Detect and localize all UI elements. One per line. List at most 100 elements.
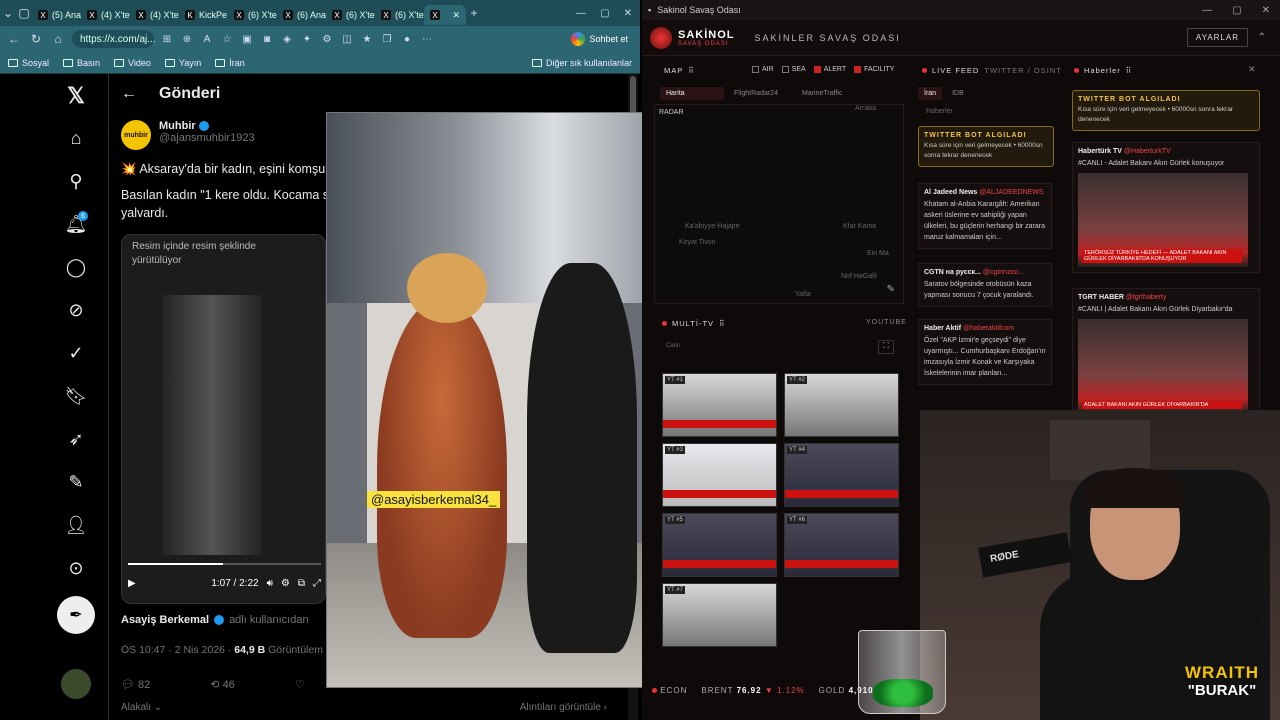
like-button[interactable]: ♡ xyxy=(295,678,305,691)
maximize-icon[interactable]: ▢ xyxy=(1232,5,1241,16)
communities-icon[interactable]: ✓ xyxy=(54,332,98,375)
author-handle[interactable]: @ajansmuhbir1923 xyxy=(159,132,255,144)
browser-tab[interactable]: X (6) Ana xyxy=(277,5,326,25)
browser-tab[interactable]: X (6) X'te xyxy=(228,5,277,25)
split-screen-icon[interactable]: ◫ xyxy=(340,32,354,46)
browser-tab[interactable]: X (4) X'te xyxy=(130,5,179,25)
browser-tab[interactable]: X (5) Ana xyxy=(32,5,81,25)
read-aloud-icon[interactable]: ⊞ xyxy=(160,32,174,46)
volume-icon[interactable]: 🔊︎ xyxy=(267,578,273,589)
extension-3-icon[interactable]: ◈ xyxy=(280,32,294,46)
tv-thumbnail[interactable]: YT #3 xyxy=(662,443,777,507)
refresh-icon[interactable]: ↻ xyxy=(28,31,44,47)
repost-button[interactable]: ⟲ 46 xyxy=(210,678,235,691)
reply-button[interactable]: 💬︎ 82 xyxy=(121,678,150,691)
fullscreen-icon[interactable]: ⛶ xyxy=(878,340,894,354)
url-field[interactable]: https://x.com/aj... xyxy=(72,30,156,48)
home-icon[interactable]: ⌂ xyxy=(54,117,98,160)
credit-name[interactable]: Asayiş Berkemal xyxy=(121,614,209,626)
scrollbar-thumb[interactable] xyxy=(630,76,636,116)
settings-gear-icon[interactable]: ⚙ xyxy=(281,578,290,589)
bookmarks-icon[interactable]: 🔖︎ xyxy=(54,375,98,418)
browser-tab[interactable]: X ✕ xyxy=(424,5,466,25)
bookmark-folder[interactable]: Basın xyxy=(63,58,100,68)
bookmark-folder[interactable]: Sosyal xyxy=(8,58,49,68)
workspaces-icon[interactable]: ▢ xyxy=(16,5,32,21)
back-icon[interactable]: ← xyxy=(6,31,22,47)
tab-close-icon[interactable]: ✕ xyxy=(452,10,460,21)
extension-2-icon[interactable]: ◙ xyxy=(260,32,274,46)
feed-card[interactable]: Haber Aktif @haberaktifcom Özel "AKP İzmi… xyxy=(918,319,1052,385)
bookmark-folder[interactable]: Video xyxy=(114,58,151,68)
post-button[interactable]: ✒ xyxy=(57,596,95,634)
view-quotes-link[interactable]: Alıntıları görüntüle › xyxy=(520,702,607,713)
feed-tab-haberler[interactable]: Haberler xyxy=(926,108,953,115)
browser-tab[interactable]: K KickPe xyxy=(179,5,228,25)
map-tab[interactable]: Harita xyxy=(660,87,724,100)
author-name[interactable]: Muhbir xyxy=(159,120,196,132)
search-icon[interactable]: ⚲ xyxy=(54,160,98,203)
map-tab[interactable]: FlightRadar24 xyxy=(728,87,792,100)
back-arrow-icon[interactable]: ← xyxy=(121,85,137,103)
related-dropdown[interactable]: Alakalı ⌄ xyxy=(121,702,162,713)
other-bookmarks[interactable]: Diğer sık kullanılanlar xyxy=(531,58,632,68)
tv-thumbnail[interactable]: YT #6 xyxy=(784,513,899,577)
new-tab-button[interactable]: + xyxy=(466,5,482,21)
collections-icon[interactable]: ❐ xyxy=(380,32,394,46)
grok-icon[interactable]: ⊘ xyxy=(54,289,98,332)
minimize-icon[interactable]: — xyxy=(1202,5,1212,16)
close-window-icon[interactable]: ✕ xyxy=(624,8,632,19)
feed-card[interactable]: Al Jadeed News @ALJADEEDNEWS Khatam al-An… xyxy=(918,183,1052,249)
maximize-icon[interactable]: ▢ xyxy=(600,8,609,19)
home-icon[interactable]: ⌂ xyxy=(50,31,66,47)
settings-button[interactable]: AYARLAR xyxy=(1186,28,1248,47)
more-circle-icon[interactable]: ⊙ xyxy=(54,547,98,590)
author-avatar[interactable]: muhbir xyxy=(121,120,151,150)
tv-thumbnail[interactable]: YT #7 xyxy=(662,583,777,647)
profile-icon[interactable]: 👤︎ xyxy=(54,504,98,547)
translate-icon[interactable]: A xyxy=(200,32,214,46)
rocket-icon[interactable]: ➶ xyxy=(54,418,98,461)
map-filter-checkbox[interactable]: FACILITY xyxy=(854,66,894,73)
tv-thumbnail[interactable]: YT #1 xyxy=(662,373,777,437)
map-tab[interactable]: MarineTraffic xyxy=(796,87,860,100)
zoom-icon[interactable]: ⊕ xyxy=(180,32,194,46)
messages-icon[interactable]: ◯ xyxy=(54,246,98,289)
close-panel-icon[interactable]: ✕ xyxy=(1248,64,1256,75)
profile-avatar[interactable]: ● xyxy=(400,32,414,46)
browser-tab[interactable]: X (6) X'te xyxy=(326,5,375,25)
favorites-icon[interactable]: ★ xyxy=(360,32,374,46)
multitv-tab[interactable]: Canlı xyxy=(666,343,680,349)
extension-5-icon[interactable]: ⚙ xyxy=(320,32,334,46)
expand-chevron-icon[interactable]: ⌃ xyxy=(1258,32,1266,43)
map-filter-checkbox[interactable]: ALERT xyxy=(813,66,846,73)
browser-tab[interactable]: X (6) X'te xyxy=(375,5,424,25)
articles-icon[interactable]: ✎ xyxy=(54,461,98,504)
tv-thumbnail[interactable]: YT #2 xyxy=(784,373,899,437)
feed-tab-iran[interactable]: İran xyxy=(918,87,943,100)
map-view[interactable]: RADAR Ka'abiyye-Hajajre Kiryat Tivon Kfa… xyxy=(654,104,904,304)
x-logo-icon[interactable]: 𝕏 xyxy=(54,74,98,117)
pip-icon[interactable]: ⧉ xyxy=(298,578,305,589)
tv-thumbnail[interactable]: YT #4 xyxy=(784,443,899,507)
feed-tab-idb[interactable]: IDB xyxy=(946,87,970,100)
extension-1-icon[interactable]: ▣ xyxy=(240,32,254,46)
news-thumbnail[interactable]: ADALET BAKANI AKIN GÜRLEK DİYARBAKIR'DA xyxy=(1078,319,1248,413)
minimize-icon[interactable]: — xyxy=(576,8,586,19)
user-avatar[interactable] xyxy=(54,662,98,705)
tab-menu-chevron-icon[interactable]: ⌄ xyxy=(0,5,16,21)
embedded-video[interactable]: Resim içinde resim şeklinde yürütülüyor … xyxy=(121,234,326,604)
close-window-icon[interactable]: ✕ xyxy=(1262,5,1270,16)
browser-tab[interactable]: X (4) X'te xyxy=(81,5,130,25)
news-card[interactable]: TGRT HABER @tgrthaberty #CANLI | Adalet B… xyxy=(1072,288,1260,419)
news-card[interactable]: Habertürk TV @HaberturkTV #CANLI - Adalet… xyxy=(1072,142,1260,273)
copilot-chat-button[interactable]: Sohbet et xyxy=(565,30,634,48)
notifications-bell-icon[interactable]: 🔔︎ 6 xyxy=(54,203,98,246)
post-timestamp[interactable]: ÖS 10:47 · 2 Nis 2026 · xyxy=(121,644,234,656)
extension-4-icon[interactable]: ✦ xyxy=(300,32,314,46)
pip-video-window[interactable]: @asayisberkemal34_ xyxy=(326,112,650,688)
more-icon[interactable]: ⋯ xyxy=(420,32,434,46)
map-filter-checkbox[interactable]: SEA xyxy=(781,66,806,73)
news-thumbnail[interactable]: TERÖRSÜZ TÜRKİYE HEDEFİ — ADALET BAKANI … xyxy=(1078,173,1248,267)
edit-pencil-icon[interactable]: ✎ xyxy=(887,284,895,295)
